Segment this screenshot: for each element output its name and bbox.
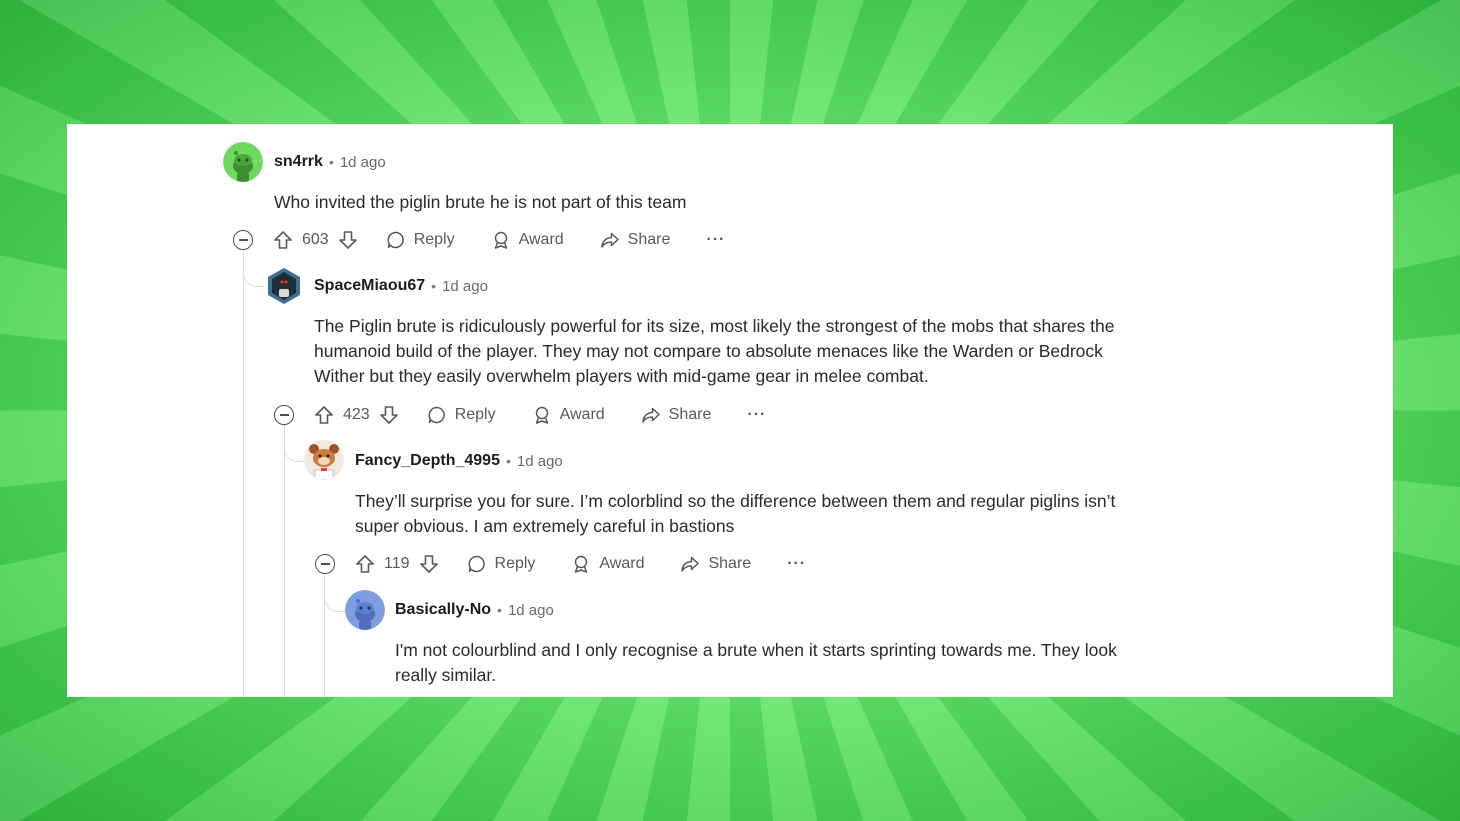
reply-label: Reply bbox=[494, 555, 536, 572]
share-label: Share bbox=[708, 555, 752, 572]
timestamp[interactable]: 1d ago bbox=[442, 278, 488, 295]
reply-button[interactable]: Reply bbox=[467, 554, 536, 574]
timestamp[interactable]: 1d ago bbox=[517, 453, 563, 470]
username[interactable]: Fancy_Depth_4995 bbox=[355, 452, 500, 470]
separator-dot: • bbox=[505, 453, 511, 469]
comment-header: Fancy_Depth_4995 • 1d ago bbox=[355, 449, 563, 473]
share-button[interactable]: Share bbox=[641, 405, 712, 425]
username[interactable]: SpaceMiaou67 bbox=[314, 277, 425, 295]
share-button[interactable]: Share bbox=[600, 230, 671, 250]
vote-count: 603 bbox=[302, 231, 329, 248]
share-arrow-icon bbox=[681, 556, 700, 572]
thread-line-level-2[interactable] bbox=[284, 424, 285, 697]
award-icon bbox=[535, 406, 548, 424]
award-button[interactable]: Award bbox=[571, 554, 644, 574]
more-options-button[interactable]: ··· bbox=[747, 406, 766, 424]
avatar-spacemiaou67[interactable] bbox=[264, 266, 304, 306]
separator-dot: • bbox=[328, 154, 334, 170]
vote-controls: 423 bbox=[314, 405, 399, 425]
reply-label: Reply bbox=[413, 231, 455, 248]
username[interactable]: sn4rrk bbox=[274, 153, 323, 171]
award-button[interactable]: Award bbox=[491, 230, 564, 250]
award-label: Award bbox=[518, 231, 564, 248]
thread-line-level-1[interactable] bbox=[243, 249, 244, 697]
timestamp[interactable]: 1d ago bbox=[508, 602, 554, 619]
timestamp[interactable]: 1d ago bbox=[340, 154, 386, 171]
reply-bubble-icon bbox=[387, 231, 404, 249]
comment-body: They’ll surprise you for sure. I’m color… bbox=[355, 491, 1116, 536]
separator-dot: • bbox=[431, 278, 437, 294]
comment-body: Who invited the piglin brute he is not p… bbox=[274, 192, 687, 212]
collapse-thread-button[interactable] bbox=[233, 230, 253, 250]
hexagon-robot-avatar-icon bbox=[264, 266, 304, 306]
award-label: Award bbox=[599, 555, 645, 572]
thread-branch-3 bbox=[324, 580, 347, 612]
reply-bubble-icon bbox=[428, 406, 445, 424]
reply-button[interactable]: Reply bbox=[386, 230, 455, 250]
vote-controls: 119 bbox=[355, 554, 439, 574]
avatar-basically-no[interactable] bbox=[345, 590, 385, 630]
share-arrow-icon bbox=[641, 407, 660, 423]
award-button[interactable]: Award bbox=[532, 405, 605, 425]
share-label: Share bbox=[627, 231, 671, 248]
award-icon bbox=[494, 231, 507, 249]
comment-actions: 119 Reply Award Share ··· bbox=[315, 549, 806, 579]
upvote-icon[interactable] bbox=[314, 405, 334, 425]
separator-dot: • bbox=[497, 602, 502, 618]
comment-body: The Piglin brute is ridiculously powerfu… bbox=[314, 316, 1115, 386]
thread-branch-1 bbox=[243, 256, 266, 287]
avatar-sn4rrk[interactable] bbox=[223, 142, 263, 182]
comment-actions: 423 Reply Award Share ··· bbox=[274, 400, 766, 430]
comment-header: sn4rrk • 1d ago bbox=[274, 150, 386, 174]
reply-button[interactable]: Reply bbox=[427, 405, 496, 425]
avatar-fancy-depth-4995[interactable] bbox=[304, 440, 344, 480]
comment-header: Basically-No • 1d ago bbox=[395, 598, 554, 622]
vote-count: 119 bbox=[384, 555, 410, 572]
upvote-icon[interactable] bbox=[273, 230, 293, 250]
snoo-avatar-icon bbox=[345, 590, 385, 630]
award-icon bbox=[575, 555, 588, 573]
collapse-thread-button[interactable] bbox=[274, 405, 294, 425]
vote-controls: 603 bbox=[273, 230, 358, 250]
downvote-icon[interactable] bbox=[419, 554, 439, 574]
downvote-icon[interactable] bbox=[338, 230, 358, 250]
upvote-icon[interactable] bbox=[355, 554, 375, 574]
snoo-avatar-icon bbox=[223, 142, 263, 182]
collapse-thread-button[interactable] bbox=[315, 554, 335, 574]
share-arrow-icon bbox=[600, 232, 619, 248]
share-button[interactable]: Share bbox=[680, 554, 751, 574]
comment-header: SpaceMiaou67 • 1d ago bbox=[314, 274, 488, 298]
comment-thread-panel: sn4rrk • 1d ago Who invited the piglin b… bbox=[67, 124, 1393, 697]
comment-body: I'm not colourblind and I only recognise… bbox=[395, 640, 1117, 685]
award-label: Award bbox=[559, 406, 605, 423]
more-options-button[interactable]: ··· bbox=[706, 231, 725, 249]
reply-bubble-icon bbox=[468, 555, 485, 573]
bear-chef-avatar-icon bbox=[304, 440, 344, 480]
share-label: Share bbox=[668, 406, 712, 423]
downvote-icon[interactable] bbox=[379, 405, 399, 425]
comment-actions: 603 Reply Award Share ··· bbox=[233, 225, 725, 255]
reply-label: Reply bbox=[454, 406, 496, 423]
username[interactable]: Basically-No bbox=[395, 601, 491, 619]
vote-count: 423 bbox=[343, 406, 370, 423]
more-options-button[interactable]: ··· bbox=[787, 555, 806, 573]
